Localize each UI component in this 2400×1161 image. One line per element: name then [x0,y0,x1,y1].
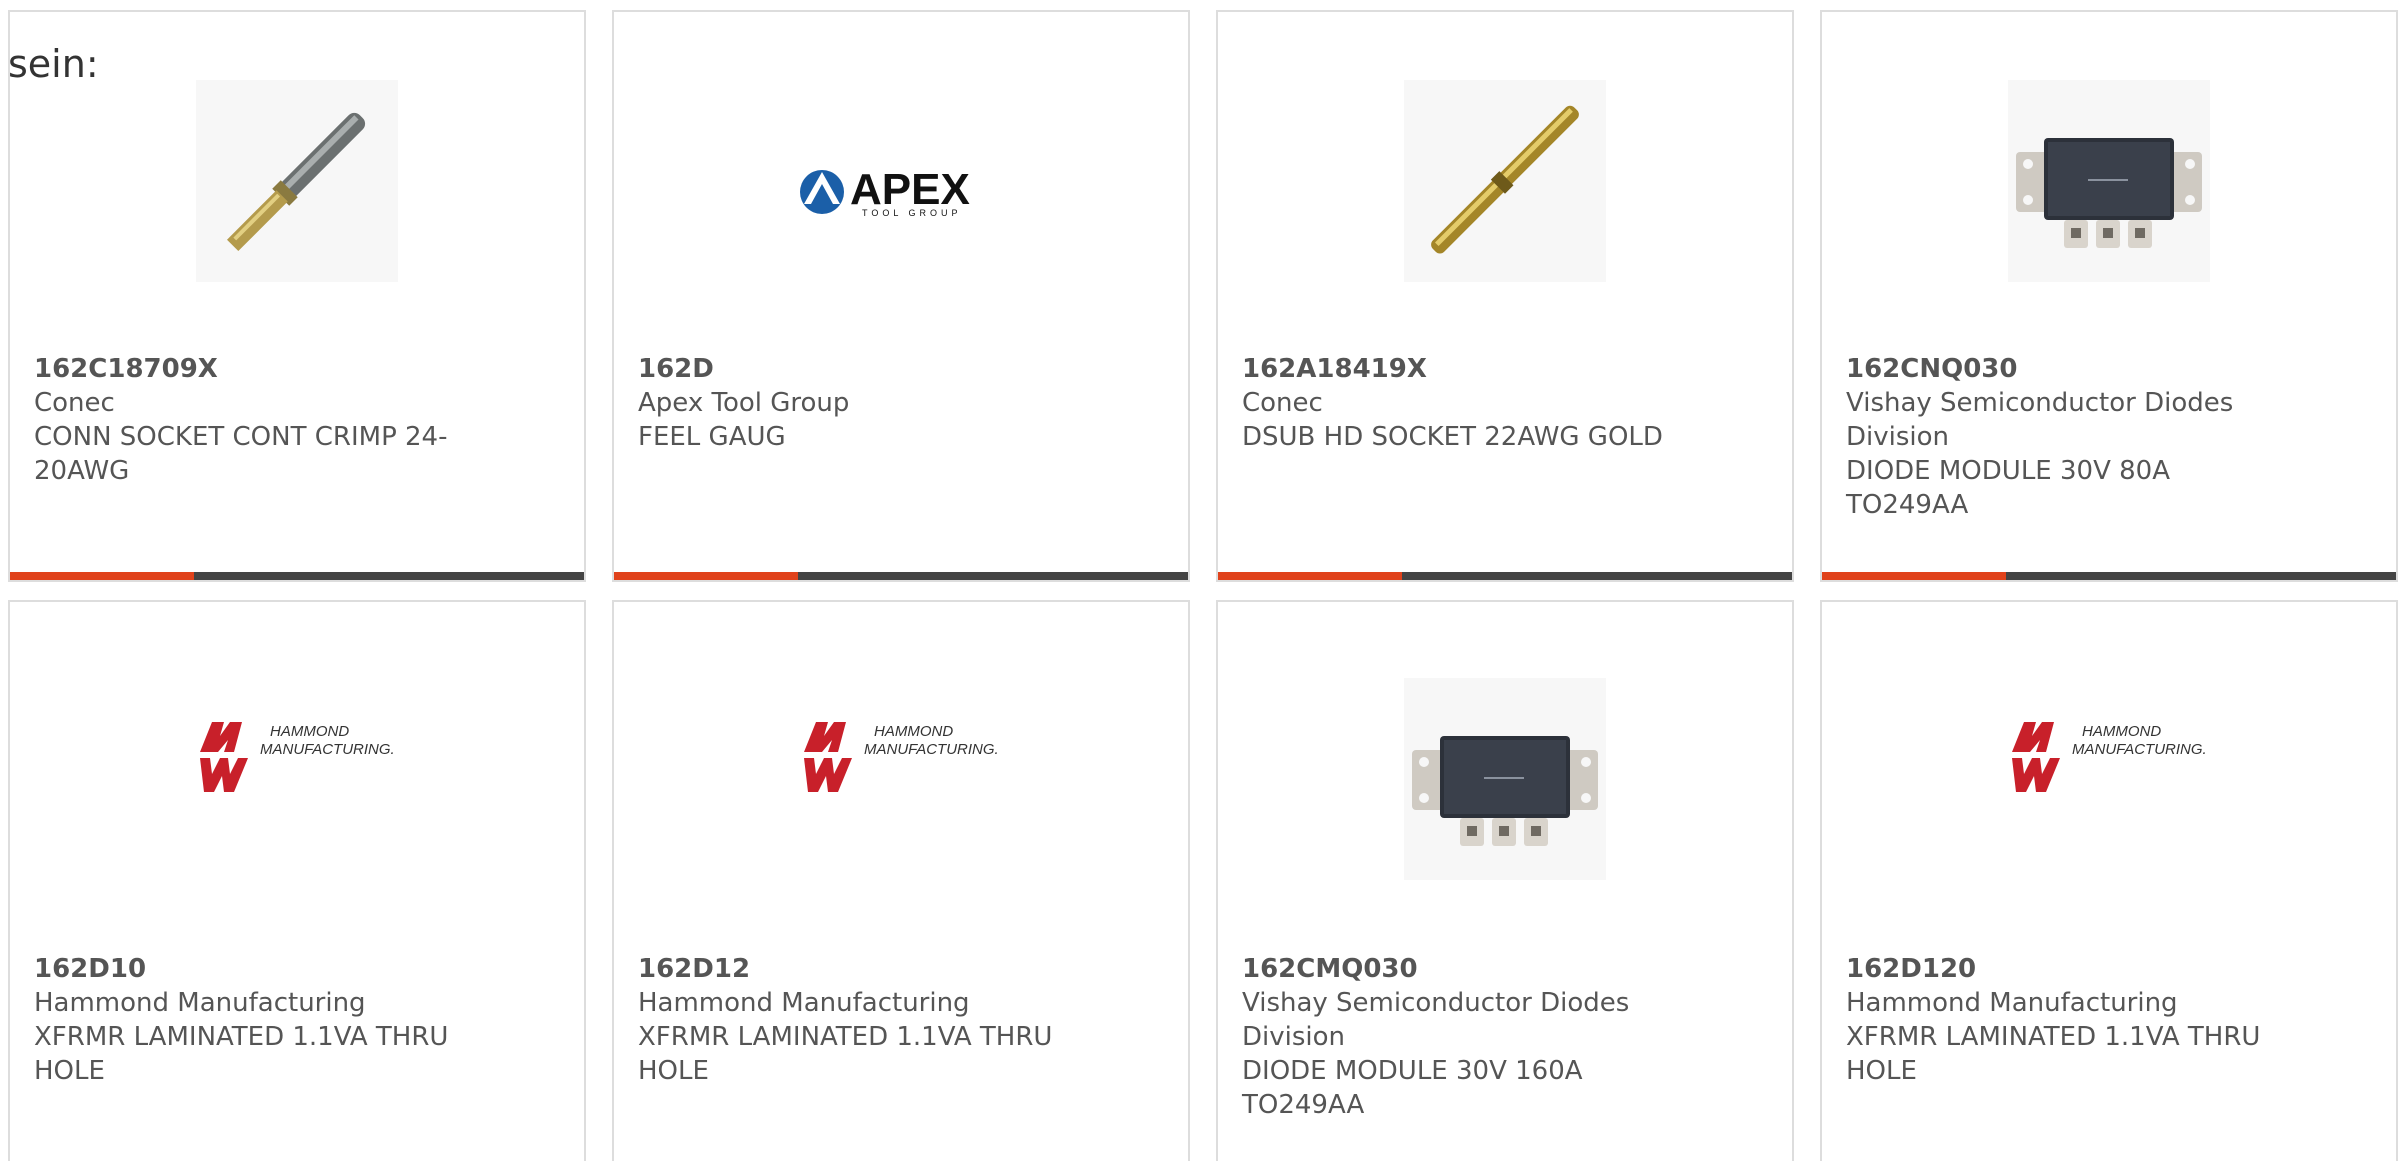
product-description: CONN SOCKET CONT CRIMP 24-20AWG [34,422,448,486]
product-info: 162C18709X Conec CONN SOCKET CONT CRIMP … [34,352,560,488]
diode-module-icon [1404,678,1606,880]
product-info: 162D10 Hammond Manufacturing XFRMR LAMIN… [34,952,560,1088]
manufacturer-name: Vishay Semiconductor Diodes Division [1242,988,1630,1052]
product-info: 162D120 Hammond Manufacturing XFRMR LAMI… [1846,952,2372,1088]
product-card[interactable]: HAMMOND MANUFACTURING. 162D12 Hammond Ma… [612,600,1190,1161]
part-number[interactable]: 162A18419X [1242,352,1768,386]
card-progress-bar [1822,572,2396,580]
diode-module-icon [2008,80,2210,282]
manufacturer-name: Conec [34,388,115,418]
manufacturer-name: Hammond Manufacturing [34,988,366,1018]
apex-logo-icon: APEX TOOL GROUP [800,165,970,218]
product-description: XFRMR LAMINATED 1.1VA THRU HOLE [34,1022,449,1086]
part-number[interactable]: 162D10 [34,952,560,986]
svg-text:TOOL GROUP: TOOL GROUP [862,208,962,218]
hammond-logo-icon: HAMMOND MANUFACTURING. [2012,722,2207,792]
hammond-logo-icon: HAMMOND MANUFACTURING. [200,722,395,792]
product-info: 162CMQ030 Vishay Semiconductor Diodes Di… [1242,952,1768,1122]
product-description: DIODE MODULE 30V 160A TO249AA [1242,1056,1583,1120]
svg-text:MANUFACTURING.: MANUFACTURING. [260,741,395,758]
product-card[interactable]: APEX TOOL GROUP 162D Apex Tool Group FEE… [612,10,1190,582]
part-number[interactable]: 162D12 [638,952,1164,986]
intro-text: sein: [8,42,99,86]
product-image[interactable] [2008,80,2210,282]
manufacturer-name: Vishay Semiconductor Diodes Division [1846,388,2234,452]
manufacturer-name: Hammond Manufacturing [638,988,970,1018]
card-progress-fill [10,572,194,580]
product-image[interactable]: HAMMOND MANUFACTURING. [196,678,398,880]
card-progress-fill [1218,572,1402,580]
gold-pin-contact-icon [1404,80,1606,282]
product-card[interactable]: 162CMQ030 Vishay Semiconductor Diodes Di… [1216,600,1794,1161]
card-progress-bar [10,572,584,580]
svg-text:HAMMOND: HAMMOND [874,723,953,740]
manufacturer-name: Apex Tool Group [638,388,850,418]
product-image[interactable] [196,80,398,282]
product-description: DSUB HD SOCKET 22AWG GOLD [1242,422,1663,452]
product-image[interactable] [1404,80,1606,282]
product-info: 162A18419X Conec DSUB HD SOCKET 22AWG GO… [1242,352,1768,454]
product-card[interactable]: 162C18709X Conec CONN SOCKET CONT CRIMP … [8,10,586,582]
hammond-logo-icon: HAMMOND MANUFACTURING. [804,722,999,792]
product-image[interactable]: HAMMOND MANUFACTURING. [2008,678,2210,880]
svg-text:MANUFACTURING.: MANUFACTURING. [864,741,999,758]
product-image[interactable]: APEX TOOL GROUP [800,80,1002,282]
product-card[interactable]: 162A18419X Conec DSUB HD SOCKET 22AWG GO… [1216,10,1794,582]
product-description: FEEL GAUG [638,422,786,452]
product-card[interactable]: HAMMOND MANUFACTURING. 162D120 Hammond M… [1820,600,2398,1161]
part-number[interactable]: 162C18709X [34,352,560,386]
svg-text:APEX: APEX [850,165,970,214]
svg-text:MANUFACTURING.: MANUFACTURING. [2072,741,2207,758]
svg-text:HAMMOND: HAMMOND [270,723,349,740]
pin-contact-icon [196,80,398,282]
product-info: 162D Apex Tool Group FEEL GAUG [638,352,1164,454]
product-image[interactable]: HAMMOND MANUFACTURING. [800,678,1002,880]
product-grid-page: sein: 162C18709X Conec CONN SOCKET CONT … [0,0,2400,1161]
product-info: 162D12 Hammond Manufacturing XFRMR LAMIN… [638,952,1164,1088]
card-progress-fill [614,572,798,580]
product-description: XFRMR LAMINATED 1.1VA THRU HOLE [1846,1022,2261,1086]
card-progress-fill [1822,572,2006,580]
manufacturer-name: Conec [1242,388,1323,418]
product-image[interactable] [1404,678,1606,880]
product-card[interactable]: HAMMOND MANUFACTURING. 162D10 Hammond Ma… [8,600,586,1161]
product-description: DIODE MODULE 30V 80A TO249AA [1846,456,2170,520]
manufacturer-name: Hammond Manufacturing [1846,988,2178,1018]
product-info: 162CNQ030 Vishay Semiconductor Diodes Di… [1846,352,2372,522]
card-progress-bar [614,572,1188,580]
product-description: XFRMR LAMINATED 1.1VA THRU HOLE [638,1022,1053,1086]
svg-text:HAMMOND: HAMMOND [2082,723,2161,740]
part-number[interactable]: 162CNQ030 [1846,352,2372,386]
part-number[interactable]: 162CMQ030 [1242,952,1768,986]
product-card[interactable]: 162CNQ030 Vishay Semiconductor Diodes Di… [1820,10,2398,582]
part-number[interactable]: 162D120 [1846,952,2372,986]
card-progress-bar [1218,572,1792,580]
part-number[interactable]: 162D [638,352,1164,386]
